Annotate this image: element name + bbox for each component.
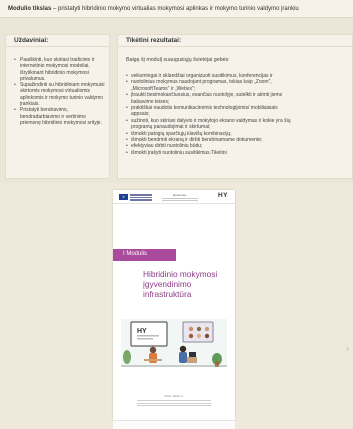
hybrid-classroom-illustration: HY (121, 319, 227, 367)
module-goal-description: – pristatyti hibridinio mokymo virtualia… (51, 6, 299, 12)
partner-logo: Erasmus+ (162, 193, 198, 201)
document-title-line: įgyvendinimo (143, 279, 192, 289)
results-intro: Baigę šį modulį suaugusiųjų švietėjai ge… (126, 57, 230, 63)
module-goal-bar: Modulio tikslas – pristatyti hibridinio … (0, 0, 353, 18)
tasks-panel: Uždaviniai: Paaiškinti, kuo skiriasi tra… (5, 34, 110, 179)
document-footer-text (137, 400, 211, 408)
next-page-edge (113, 420, 235, 429)
module-label: I Modulis (113, 249, 176, 261)
document-header: Erasmus+ HY (113, 190, 235, 204)
task-item: Pristatyti bendravimo, bendradarbiavimo … (14, 107, 106, 126)
tasks-title: Uždaviniai: (6, 35, 109, 47)
module-goal-label: Modulio tikslas (8, 6, 52, 12)
tasks-list: Paaiškinti, kuo skiriasi tradicinio ir i… (14, 57, 106, 126)
results-title: Tikėtini rezultatai: (118, 35, 352, 47)
result-item: išmokti įrašyti nuotoliniu susitikimus.T… (126, 150, 352, 157)
document-title: Hibridinio mokymosi įgyvendinimo infrast… (143, 269, 233, 299)
svg-text:HY: HY (137, 328, 147, 335)
partner-logo-text: Erasmus+ (173, 193, 187, 197)
task-item: Paaiškinti, kuo skiriasi tradicinio ir i… (14, 57, 106, 82)
document-page: Erasmus+ HY I Modulis Hibridinio mokymos… (113, 190, 235, 420)
document-title-line: Hibridinio mokymosi (143, 269, 218, 279)
document-year: 2021–2023 m. (164, 394, 184, 398)
results-list: veiksmingai ir sklandžiai organizuoti su… (126, 73, 352, 157)
eu-flag-icon (119, 194, 128, 200)
hy-logo: HY (217, 192, 228, 199)
eu-funding-text (130, 194, 152, 201)
document-title-line: infrastruktūra (143, 289, 192, 299)
task-item: Supažindinti su hibridiniam mokymuisi sk… (14, 82, 106, 107)
module-goal-text: Modulio tikslas – pristatyti hibridinio … (8, 5, 299, 13)
results-panel: Tikėtini rezultatai: Baigę šį modulį sua… (117, 34, 353, 179)
next-arrow-icon[interactable]: › (346, 343, 349, 353)
